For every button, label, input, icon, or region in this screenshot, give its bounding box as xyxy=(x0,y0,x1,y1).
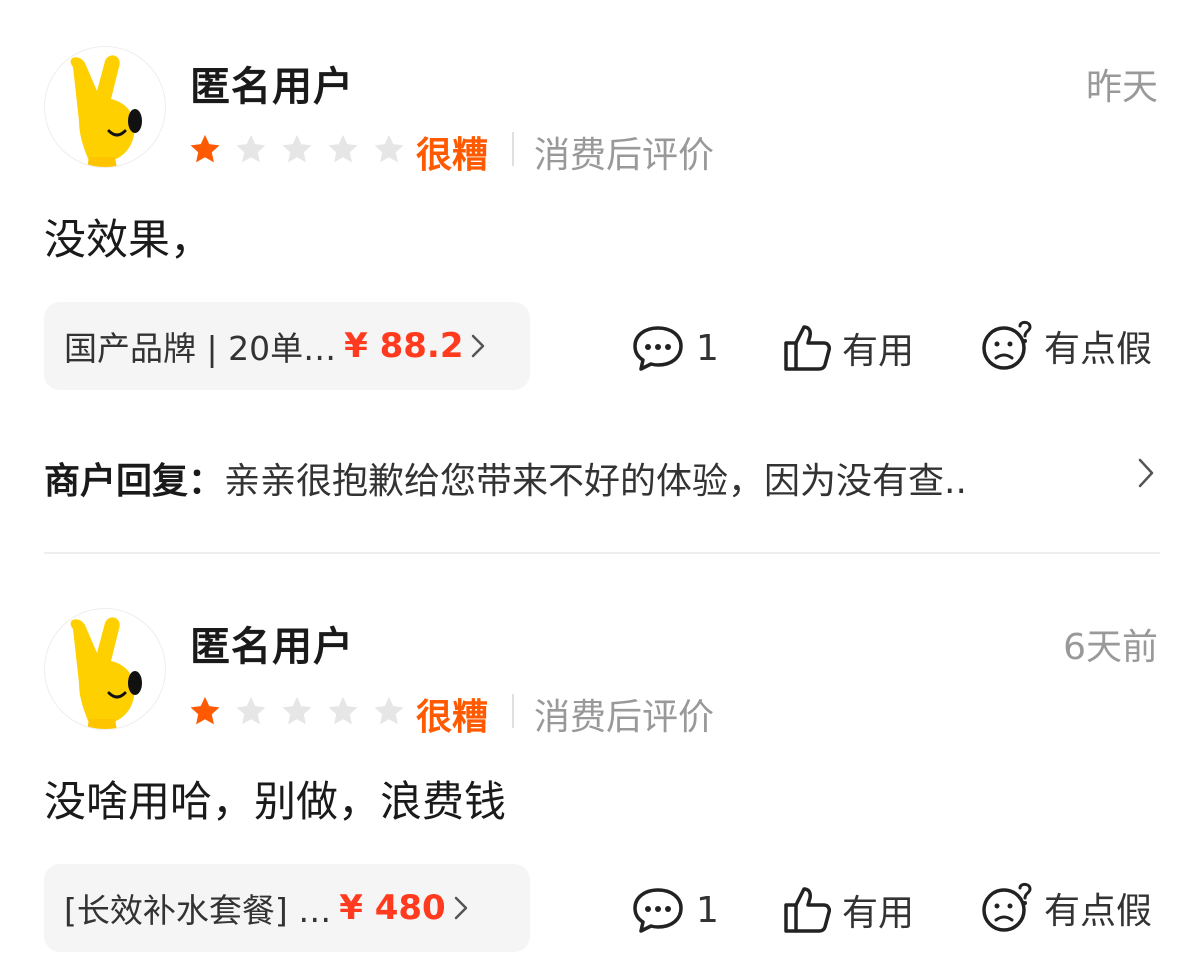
chevron-right-icon[interactable] xyxy=(1136,456,1156,490)
useful-label: 有用 xyxy=(842,893,915,934)
review-time: 昨天 xyxy=(1085,67,1158,108)
star-empty-icon xyxy=(282,134,312,163)
divider-vertical xyxy=(512,694,514,728)
chevron-right-icon xyxy=(454,896,467,920)
user-avatar[interactable] xyxy=(44,608,166,730)
comment-count: 1 xyxy=(696,889,719,931)
merchant-reply[interactable]: 商户回复：亲亲很抱歉给您带来不好的体验，因为没有查.. xyxy=(44,452,967,504)
rating-stars xyxy=(188,694,406,728)
fake-button[interactable]: 有点假 xyxy=(980,320,1152,372)
fake-button[interactable]: 有点假 xyxy=(980,882,1152,934)
comment-icon xyxy=(633,326,683,371)
star-empty-icon xyxy=(328,134,358,163)
product-link[interactable]: [长效补水套餐] … ¥ 480 xyxy=(44,864,530,952)
review-time: 6天前 xyxy=(1063,627,1158,668)
rating-label: 很糟 xyxy=(416,135,489,176)
review-content: 没啥用哈，别做，浪费钱 xyxy=(44,777,507,826)
thumbs-up-icon xyxy=(784,887,831,933)
star-empty-icon xyxy=(282,696,312,725)
product-name: [长效补水套餐] … xyxy=(64,891,332,930)
doubt-face-icon xyxy=(982,320,1032,370)
avatar-mascot-icon xyxy=(70,55,142,167)
review-divider xyxy=(44,552,1160,554)
username: 匿名用户 xyxy=(190,624,354,670)
reply-text: 亲亲很抱歉给您带来不好的体验，因为没有查.. xyxy=(224,461,967,502)
user-avatar[interactable] xyxy=(44,46,166,168)
star-empty-icon xyxy=(328,696,358,725)
product-price: ¥ 88.2 xyxy=(344,326,464,366)
username: 匿名用户 xyxy=(190,64,354,110)
review-source: 消费后评价 xyxy=(534,135,715,176)
doubt-face-icon xyxy=(982,882,1032,932)
product-name: 国产品牌 | 20单… xyxy=(64,329,337,368)
fake-label: 有点假 xyxy=(1044,329,1153,370)
comment-button[interactable]: 1 xyxy=(632,886,719,934)
divider-vertical xyxy=(512,132,514,166)
star-empty-icon xyxy=(236,134,266,163)
reply-label: 商户回复： xyxy=(44,461,225,502)
star-empty-icon xyxy=(236,696,266,725)
avatar-mascot-icon xyxy=(70,617,142,729)
star-empty-icon xyxy=(374,134,404,163)
comment-button[interactable]: 1 xyxy=(632,324,719,372)
star-empty-icon xyxy=(374,696,404,725)
useful-label: 有用 xyxy=(842,331,915,372)
fake-label: 有点假 xyxy=(1044,891,1153,932)
comment-count: 1 xyxy=(696,327,719,369)
comment-icon xyxy=(633,888,683,933)
rating-label: 很糟 xyxy=(416,697,489,738)
product-link[interactable]: 国产品牌 | 20单… ¥ 88.2 xyxy=(44,302,530,390)
useful-button[interactable]: 有用 xyxy=(782,884,914,936)
product-price: ¥ 480 xyxy=(339,888,446,928)
rating-stars xyxy=(188,132,406,166)
star-filled-icon xyxy=(190,134,220,163)
useful-button[interactable]: 有用 xyxy=(782,322,914,374)
star-filled-icon xyxy=(190,696,220,725)
chevron-right-icon xyxy=(472,334,485,358)
review-content: 没效果， xyxy=(44,215,213,264)
review-source: 消费后评价 xyxy=(534,697,715,738)
thumbs-up-icon xyxy=(784,325,831,371)
